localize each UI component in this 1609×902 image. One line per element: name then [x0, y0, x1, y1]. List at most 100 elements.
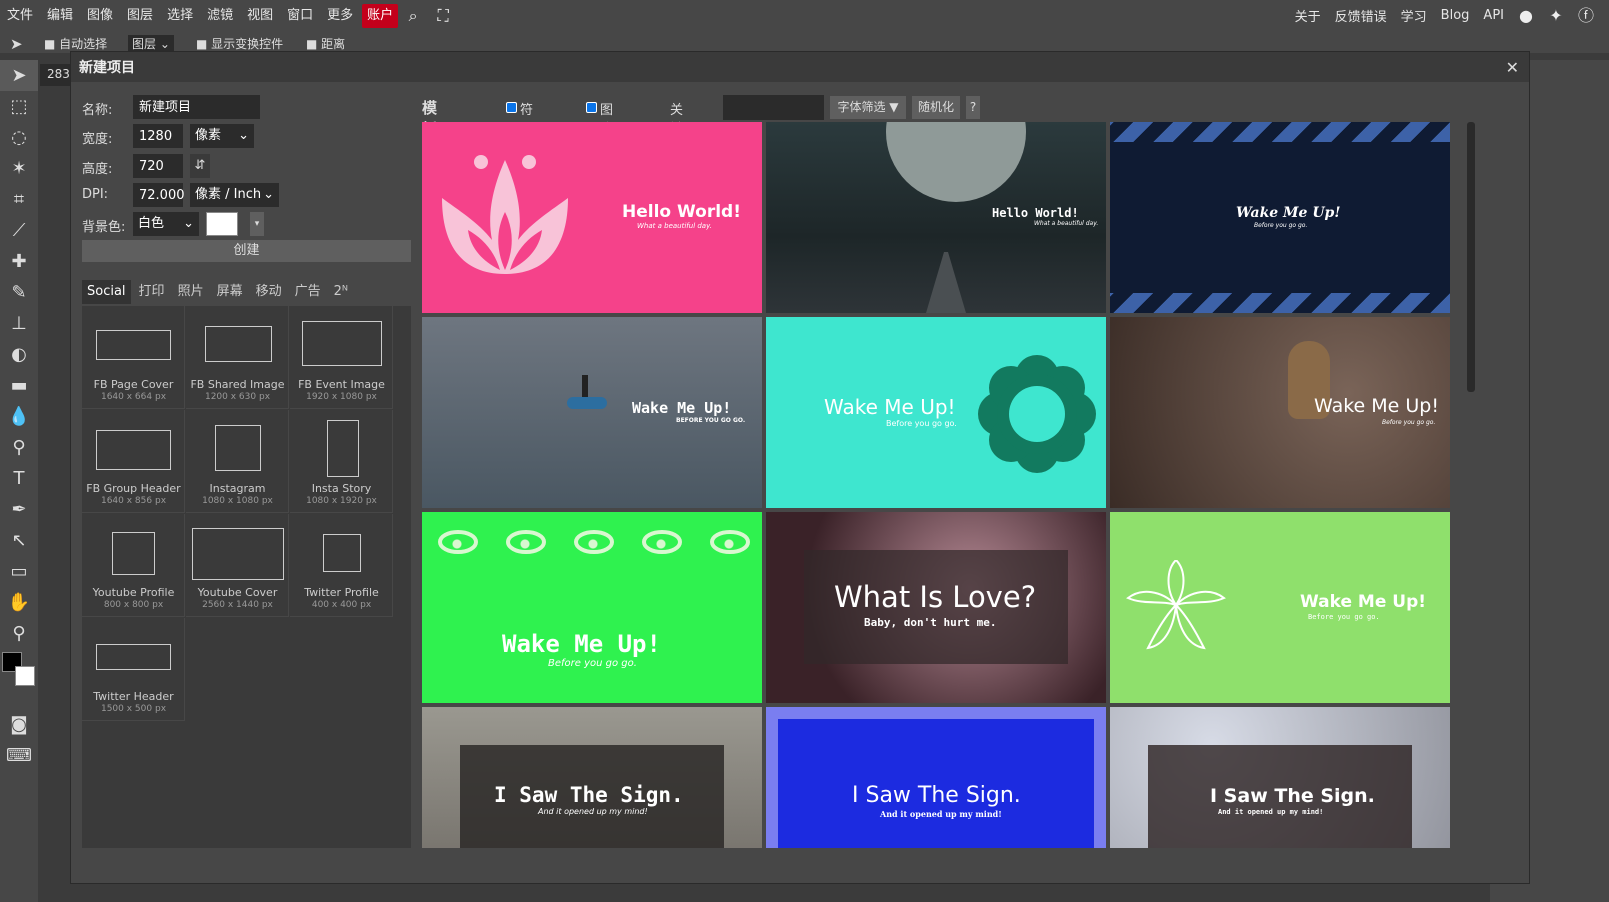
template-tile[interactable]: Wake Me Up! BEFORE YOU GO GO.	[422, 317, 762, 508]
lasso-tool-icon[interactable]: ◌	[0, 122, 38, 153]
menu-select[interactable]: 选择	[160, 4, 200, 28]
template-tile[interactable]: Wake Me Up! Before you go go.	[766, 317, 1106, 508]
tab-mobile[interactable]: 移动	[251, 280, 287, 304]
search-icon[interactable]: ⌕	[404, 6, 422, 25]
preset-twitter-profile[interactable]: Twitter Profile 400 x 400 px	[290, 514, 393, 617]
menu-edit[interactable]: 编辑	[40, 4, 80, 28]
preset-instagram[interactable]: Instagram 1080 x 1080 px	[186, 410, 289, 513]
dodge-tool-icon[interactable]: ⚲	[0, 432, 38, 463]
distance-checkbox[interactable]: ■ 距离	[306, 35, 345, 52]
preset-insta-story[interactable]: Insta Story 1080 x 1920 px	[290, 410, 393, 513]
swap-dimensions-button[interactable]: ⇵	[190, 154, 210, 178]
template-tile[interactable]: Wake Me Up! Before you go go.	[1110, 317, 1450, 508]
images-checkbox[interactable]	[586, 102, 597, 113]
text-tool-icon[interactable]: T	[0, 463, 38, 494]
canvas-tab[interactable]: 283	[40, 64, 70, 86]
preset-fb-shared-image[interactable]: FB Shared Image 1200 x 630 px	[186, 306, 289, 409]
twitter-icon[interactable]: ✦	[1547, 6, 1565, 25]
marquee-tool-icon[interactable]: ⬚	[0, 91, 38, 122]
template-tile[interactable]: Wake Me Up! Before you go go.	[1110, 512, 1450, 703]
quick-mask-icon[interactable]: ◙	[0, 709, 38, 740]
tab-photo[interactable]: 照片	[173, 280, 209, 304]
randomize-button[interactable]: 随机化	[912, 96, 960, 119]
keyboard-icon[interactable]: ⌨	[0, 740, 38, 771]
tab-social[interactable]: Social	[82, 280, 131, 304]
menu-api[interactable]: API	[1476, 8, 1511, 23]
move-tool-icon[interactable]: ➤	[0, 60, 38, 91]
layer-select[interactable]: 图层 ⌄	[128, 35, 174, 52]
template-tile[interactable]: Hello World! What a beautiful day.	[422, 122, 762, 313]
reddit-icon[interactable]: ●	[1517, 6, 1535, 25]
fullscreen-icon[interactable]: ⛶	[434, 6, 452, 25]
tab-screen[interactable]: 屏幕	[212, 280, 248, 304]
healing-brush-icon[interactable]: ✚	[0, 246, 38, 277]
width-input[interactable]: 1280	[133, 124, 183, 148]
shape-tool-icon[interactable]: ▭	[0, 556, 38, 587]
preset-youtube-cover[interactable]: Youtube Cover 2560 x 1440 px	[186, 514, 289, 617]
background-color-picker[interactable]	[206, 212, 238, 236]
menu-account[interactable]: 账户	[362, 3, 399, 28]
template-tile[interactable]: I Saw The Sign. And it opened up my mind…	[422, 707, 762, 848]
crop-tool-icon[interactable]: ⌗	[0, 184, 38, 215]
name-input[interactable]: 新建项目	[133, 95, 260, 119]
zoom-tool-icon[interactable]: ⚲	[0, 618, 38, 649]
template-tile[interactable]: I Saw The Sign. And it opened up my mind…	[766, 707, 1106, 848]
blur-tool-icon[interactable]: 💧	[0, 401, 38, 432]
template-tile[interactable]: Hello World! What a beautiful day.	[766, 122, 1106, 313]
preset-twitter-header[interactable]: Twitter Header 1500 x 500 px	[82, 618, 185, 721]
template-tile[interactable]: I Saw The Sign. And it opened up my mind…	[1110, 707, 1450, 848]
menu-view[interactable]: 视图	[240, 4, 280, 28]
create-button[interactable]: 创建	[82, 240, 411, 262]
template-tile[interactable]: Wake Me Up! Before you go go.	[1110, 122, 1450, 313]
preset-youtube-profile[interactable]: Youtube Profile 800 x 800 px	[82, 514, 185, 617]
preset-size: 800 x 800 px	[103, 600, 164, 610]
move-tool-icon: ➤	[10, 35, 23, 53]
dpi-unit-select[interactable]: 像素 / Inch ⌄	[190, 183, 279, 207]
brush-tool-icon[interactable]: ✎	[0, 277, 38, 308]
help-button[interactable]: ?	[966, 96, 980, 119]
menu-blog[interactable]: Blog	[1434, 8, 1477, 23]
preset-fb-event-image[interactable]: FB Event Image 1920 x 1080 px	[290, 306, 393, 409]
stamp-tool-icon[interactable]: ⊥	[0, 308, 38, 339]
eyedropper-icon[interactable]: ⟋	[0, 215, 38, 246]
template-tile[interactable]: What Is Love? Baby, don't hurt me.	[766, 512, 1106, 703]
path-select-icon[interactable]: ↖	[0, 525, 38, 556]
background-select[interactable]: 白色 ⌄	[133, 212, 199, 236]
hand-tool-icon[interactable]: ✋	[0, 587, 38, 618]
symbols-checkbox[interactable]	[506, 102, 517, 113]
template-title: What Is Love?	[834, 580, 1037, 614]
preset-fb-group-header[interactable]: FB Group Header 1640 x 856 px	[82, 410, 185, 513]
keyword-input[interactable]	[723, 95, 824, 120]
template-subtitle: And it opened up my mind!	[880, 809, 1002, 819]
facebook-icon[interactable]: ⓕ	[1577, 6, 1595, 25]
menu-about[interactable]: 关于	[1288, 6, 1328, 25]
width-unit-select[interactable]: 像素 ⌄	[190, 124, 254, 148]
dpi-input[interactable]: 72.000	[133, 183, 185, 207]
menu-more[interactable]: 更多	[320, 4, 360, 28]
menu-file[interactable]: 文件	[0, 4, 40, 28]
template-scrollbar[interactable]	[1467, 122, 1475, 392]
auto-select-checkbox[interactable]: ■ 自动选择	[44, 35, 107, 52]
preset-size: 2560 x 1440 px	[202, 600, 273, 610]
close-icon[interactable]: ✕	[1506, 58, 1519, 77]
template-tile[interactable]: Wake Me Up! Before you go go.	[422, 512, 762, 703]
background-color-swatch[interactable]	[15, 666, 35, 686]
show-transform-checkbox[interactable]: ■ 显示变换控件	[196, 35, 283, 52]
pen-tool-icon[interactable]: ✒	[0, 494, 38, 525]
magic-wand-icon[interactable]: ✶	[0, 153, 38, 184]
tab-power-of-two[interactable]: 2ᴺ	[329, 280, 353, 304]
menu-image[interactable]: 图像	[80, 4, 120, 28]
tab-print[interactable]: 打印	[134, 280, 170, 304]
eraser-tool-icon[interactable]: ◐	[0, 339, 38, 370]
tab-ads[interactable]: 广告	[290, 280, 326, 304]
menu-learn[interactable]: 学习	[1394, 6, 1434, 25]
menu-window[interactable]: 窗口	[280, 4, 320, 28]
background-dropdown-button[interactable]: ▾	[250, 212, 264, 236]
font-filter-button[interactable]: 字体筛选 ▼	[830, 96, 906, 119]
preset-fb-page-cover[interactable]: FB Page Cover 1640 x 664 px	[82, 306, 185, 409]
gradient-tool-icon[interactable]: ▬	[0, 370, 38, 401]
height-input[interactable]: 720	[133, 154, 183, 178]
menu-filter[interactable]: 滤镜	[200, 4, 240, 28]
menu-layer[interactable]: 图层	[120, 4, 160, 28]
menu-report-bug[interactable]: 反馈错误	[1328, 6, 1394, 25]
